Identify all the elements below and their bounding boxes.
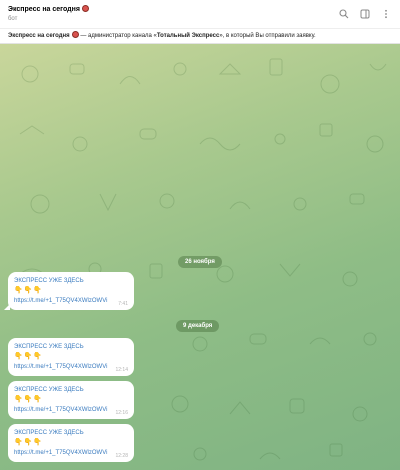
banner-channel-name: Тотальный Экспресс [156, 33, 220, 39]
message-link[interactable]: https://t.me/+1_T75QV4XWlzOWVi [14, 362, 128, 372]
message-bubble[interactable]: ЭКСПРЕСС УЖЕ ЗДЕСЬ 👇👇👇 https://t.me/+1_T… [8, 381, 134, 419]
chat-title-block[interactable]: Экспресс на сегодня бот [8, 4, 338, 24]
pointing-down-emoji: 👇👇👇 [14, 396, 44, 403]
search-icon[interactable] [338, 8, 350, 20]
chat-header: Экспресс на сегодня бот [0, 0, 400, 28]
admin-info-banner: Экспресс на сегодня — администратор кана… [0, 28, 400, 44]
chat-title-text: Экспресс на сегодня [8, 5, 80, 13]
banner-text-end: », в который Вы отправили заявку. [219, 33, 316, 39]
pointing-down-emoji: 👇👇👇 [14, 353, 44, 360]
message-title: ЭКСПРЕСС УЖЕ ЗДЕСЬ [14, 278, 84, 284]
message-link[interactable]: https://t.me/+1_T75QV4XWlzOWVi [14, 448, 128, 458]
message-time: 12:16 [115, 410, 128, 416]
date-separator: 9 декабря [176, 320, 220, 332]
gift-emoji-icon [81, 4, 89, 12]
message-bubble[interactable]: ЭКСПРЕСС УЖЕ ЗДЕСЬ 👇👇👇 https://t.me/+1_T… [8, 338, 134, 376]
message-link[interactable]: https://t.me/+1_T75QV4XWlzOWVi [14, 296, 128, 306]
pointing-down-emoji: 👇👇👇 [14, 439, 44, 446]
message-time: 12:14 [115, 367, 128, 373]
chat-subtitle: бот [8, 15, 18, 22]
banner-bot-name: Экспресс на сегодня [8, 33, 70, 39]
chat-area[interactable]: 26 ноября 9 декабря ЭКСПРЕСС УЖЕ ЗДЕСЬ 👇… [0, 44, 400, 470]
message-title: ЭКСПРЕСС УЖЕ ЗДЕСЬ [14, 344, 84, 350]
sidebar-toggle-icon[interactable] [359, 8, 371, 20]
pointing-down-emoji: 👇👇👇 [14, 287, 44, 294]
date-separator: 26 ноября [178, 256, 222, 268]
message-bubble[interactable]: ЭКСПРЕСС УЖЕ ЗДЕСЬ 👇👇👇 https://t.me/+1_T… [8, 424, 134, 462]
more-vertical-icon[interactable] [380, 8, 392, 20]
message-title: ЭКСПРЕСС УЖЕ ЗДЕСЬ [14, 387, 84, 393]
gift-emoji-icon [71, 31, 79, 38]
message-link[interactable]: https://t.me/+1_T75QV4XWlzOWVi [14, 405, 128, 415]
message-time: 7:41 [118, 301, 128, 307]
message-bubble[interactable]: ЭКСПРЕСС УЖЕ ЗДЕСЬ 👇👇👇 https://t.me/+1_T… [4, 272, 134, 310]
message-title: ЭКСПРЕСС УЖЕ ЗДЕСЬ [14, 430, 84, 436]
banner-text-mid: — администратор канала « [78, 33, 157, 39]
message-time: 12:28 [115, 453, 128, 459]
chat-title: Экспресс на сегодня [8, 4, 338, 15]
